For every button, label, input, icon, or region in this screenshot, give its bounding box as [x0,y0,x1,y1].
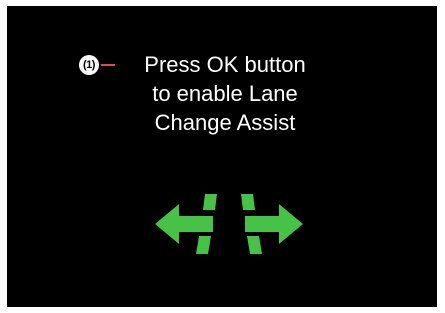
right-lane-dash-upper [241,194,255,210]
message-line-2: to enable Lane [152,81,298,106]
message-line-1: Press OK button [144,52,306,77]
lane-change-assist-icon [155,194,303,254]
callout-number-badge: (1) [79,55,99,75]
lane-change-assist-message: Press OK button to enable Lane Change As… [105,50,345,137]
left-lane-dash-upper [203,194,217,210]
left-lane-dash-lower [196,236,211,254]
cluster-display: (1) Press OK button to enable Lane Chang… [7,6,437,307]
right-lane-dash-lower [247,236,262,254]
message-line-3: Change Assist [154,110,296,135]
